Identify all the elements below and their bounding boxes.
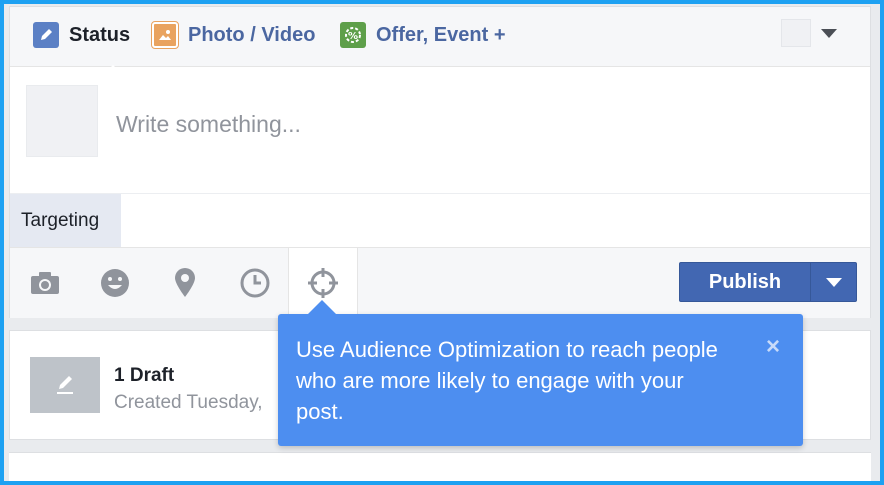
offer-badge-icon: % [340,22,366,48]
tab-status[interactable]: Status [33,21,130,49]
schedule-button[interactable] [220,248,290,318]
location-button[interactable] [150,248,220,318]
tab-status-label: Status [69,23,131,46]
tab-photo-video[interactable]: Photo / Video [151,21,316,49]
chevron-down-icon[interactable] [821,29,837,38]
location-pin-icon [173,268,197,298]
chevron-down-icon [825,277,842,287]
page-avatar[interactable] [781,19,811,47]
next-card-edge [9,452,871,481]
audience-optimization-tooltip: Use Audience Optimization to reach peopl… [278,300,803,446]
post-text-input[interactable] [116,106,816,142]
tooltip-caret [308,300,336,314]
write-area [10,68,870,194]
tooltip-text: Use Audience Optimization to reach peopl… [296,337,718,424]
tab-offer-event-label: Offer, Event + [376,23,506,46]
svg-text:%: % [348,31,358,42]
camera-icon [29,270,61,296]
smiley-icon [100,268,130,298]
composer-tabs: Status Photo / Video % Offer, Event + [10,7,870,73]
draft-title[interactable]: 1 Draft [114,365,174,387]
post-composer: Status Photo / Video % Offer, Event + Wr… [9,6,871,318]
publish-button[interactable]: Publish [679,262,857,302]
composer-toolbar: Publish [10,247,870,318]
clock-icon [240,268,270,298]
camera-button[interactable] [10,248,80,318]
draft-subtitle: Created Tuesday, [114,392,263,413]
publish-options-dropdown[interactable] [811,263,856,301]
draft-pencil-icon [30,357,100,413]
pencil-icon [33,22,59,48]
publish-label: Publish [680,263,811,301]
tab-photo-video-label: Photo / Video [188,23,316,46]
close-icon[interactable]: × [762,333,784,360]
photo-icon [151,21,179,49]
screenshot-frame: Status Photo / Video % Offer, Event + Wr… [0,0,884,485]
avatar [26,85,98,157]
crosshair-icon [307,267,339,299]
feeling-button[interactable] [80,248,150,318]
tab-offer-event[interactable]: % Offer, Event + [340,21,506,49]
targeting-tab[interactable]: Targeting [10,194,121,247]
targeting-label: Targeting [21,209,100,231]
